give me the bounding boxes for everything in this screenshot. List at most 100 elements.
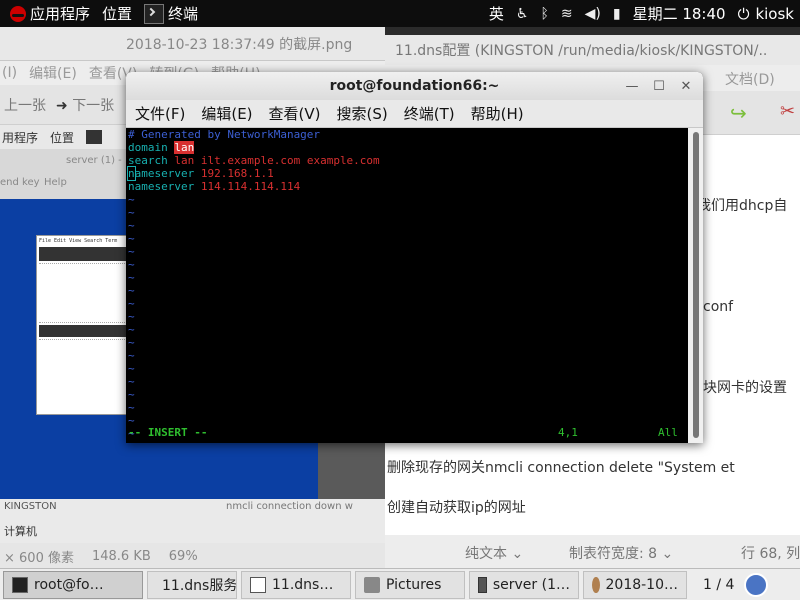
vim-line-comment: # Generated by NetworkManager	[128, 128, 688, 141]
gedit-mode-label: 纯文本	[465, 546, 507, 562]
task-gedit[interactable]: 11.dns…	[241, 570, 351, 599]
nested-bottom-area: KINGSTON nmcli connection down w 计算机	[0, 499, 385, 543]
terminal-icon	[144, 3, 165, 24]
active-app-label: 终端	[168, 5, 199, 23]
search-keyword: search	[128, 154, 168, 167]
places-menu[interactable]: 位置	[96, 0, 138, 27]
viewer-titlebar: 2018-10-23 18:37:49 的截屏.png	[0, 27, 385, 61]
vim-mode-indicator: -- INSERT --	[128, 426, 208, 439]
nameserver-value-2: 114.114.114.114	[200, 180, 301, 193]
domain-value: lan	[174, 141, 195, 154]
image-viewer-icon	[592, 576, 600, 593]
terminal-titlebar[interactable]: root@foundation66:~	[126, 72, 703, 100]
task-terminal-label: root@fo…	[34, 576, 104, 593]
nested-computer: 计算机	[4, 525, 37, 538]
gedit-statusbar: 纯文本 ⌄ 制表符宽度: 8 ⌄ 行 68, 列	[385, 535, 800, 570]
previous-label: 上一张	[4, 97, 46, 114]
volume-icon[interactable]: ◀)	[579, 6, 607, 22]
redo-icon[interactable]: ↪	[730, 101, 747, 125]
vim-tilde: ~	[128, 271, 135, 284]
menu-terminal[interactable]: 终端(T)	[404, 103, 455, 124]
menu-help[interactable]: 帮助(H)	[471, 103, 524, 124]
maximize-button[interactable]: ☐	[650, 77, 668, 95]
top-bar: 应用程序 位置 终端 英 ♿ ᛒ ≋ ◀) ▮ 星期二 18:40 ⏻ kios…	[0, 0, 800, 27]
bluetooth-icon[interactable]: ᛒ	[534, 6, 554, 22]
workspace-pager[interactable]: 1 / 4	[697, 577, 740, 593]
nested-terminal: File Edit View Search Term	[36, 235, 136, 415]
vim-tilde: ~	[128, 349, 135, 362]
vim-tilde: ~	[128, 401, 135, 414]
nested-apps-label: 用程序	[2, 130, 39, 145]
next-label: 下一张	[72, 97, 115, 114]
menu-search[interactable]: 搜索(S)	[337, 103, 388, 124]
previous-button[interactable]: 上一张	[4, 95, 46, 115]
vim-scroll-position: All	[658, 426, 678, 439]
vim-tilde: ~	[128, 219, 135, 232]
scrollbar-thumb[interactable]	[693, 132, 699, 438]
user-label: kiosk	[755, 4, 794, 23]
nested-window-title: server (1) -	[66, 155, 122, 166]
viewer-menu-edit[interactable]: 编辑(E)	[29, 63, 77, 83]
nameserver-keyword-2: nameserver	[128, 180, 195, 193]
redhat-icon	[10, 5, 26, 22]
vim-tilde: ~	[128, 310, 135, 323]
vim-tilde: ~	[128, 284, 135, 297]
applications-menu[interactable]: 应用程序	[0, 0, 96, 27]
wifi-icon[interactable]: ≋	[555, 6, 579, 22]
viewer-statusbar: × 600 像素 148.6 KB 69%	[0, 543, 385, 570]
task-dns-folder-label: 11.dns服务	[162, 577, 237, 594]
task-terminal[interactable]: root@fo…	[3, 570, 143, 599]
task-server[interactable]: server (1…	[469, 570, 579, 599]
task-screenshot-label: 2018-10…	[605, 576, 679, 593]
vim-line-nameserver-2: nameserver 114.114.114.114	[128, 180, 688, 193]
vim-tilde: ~	[128, 193, 135, 206]
vim-empty-lines: ~ ~ ~ ~ ~ ~ ~ ~ ~ ~ ~ ~ ~ ~ ~ ~ ~ ~ ~	[128, 193, 688, 440]
nested-term-menu: File Edit View Search Term	[39, 238, 118, 244]
gedit-menu-doc[interactable]: 文档(D)	[725, 69, 775, 89]
minimize-button[interactable]: —	[623, 77, 641, 95]
input-method-indicator[interactable]: 英	[483, 0, 510, 27]
power-icon: ⏻	[737, 4, 750, 23]
vim-tilde: ~	[128, 206, 135, 219]
viewer-dimensions: × 600 像素	[4, 551, 74, 566]
task-server-label: server (1…	[492, 576, 570, 593]
vim-tilde: ~	[128, 297, 135, 310]
active-app-menu[interactable]: 终端	[138, 0, 204, 27]
close-button[interactable]: ✕	[677, 77, 695, 95]
task-screenshot[interactable]: 2018-10…	[583, 570, 687, 599]
nested-terminal-icon	[86, 130, 103, 144]
terminal-screen[interactable]: # Generated by NetworkManager domain lan…	[126, 128, 688, 443]
vim-line-nameserver-1: nameserver 192.168.1.1	[127, 166, 688, 181]
vim-cursor-position: 4,1	[558, 426, 578, 439]
nested-nmcli: nmcli connection down w	[226, 501, 353, 512]
vim-tilde: ~	[128, 258, 135, 271]
terminal-title: root@foundation66:~	[329, 78, 500, 94]
task-pictures[interactable]: Pictures	[355, 570, 465, 599]
clock-label: 星期二 18:40	[632, 5, 726, 23]
task-dns-folder[interactable]: 11.dns服务	[147, 570, 237, 599]
gedit-line-1: 我们用dhcp自	[697, 198, 788, 214]
battery-icon[interactable]: ▮	[607, 6, 627, 22]
workspace-icon[interactable]	[744, 572, 769, 597]
task-gedit-label: 11.dns…	[272, 576, 334, 593]
domain-keyword: domain	[128, 141, 168, 154]
viewer-menu-file[interactable]: (I)	[2, 65, 17, 81]
input-method-label: 英	[488, 5, 504, 23]
nameserver-keyword-1: ameserver	[134, 167, 195, 180]
gedit-tab-width[interactable]: 制表符宽度: 8 ⌄	[569, 543, 673, 563]
cut-icon[interactable]: ✂	[780, 101, 795, 122]
folder-icon	[364, 576, 380, 593]
gedit-mode[interactable]: 纯文本 ⌄	[465, 543, 523, 563]
nested-send-key: end key	[0, 177, 40, 188]
menu-edit[interactable]: 编辑(E)	[201, 103, 252, 124]
next-button[interactable]: ➜ 下一张	[56, 95, 114, 115]
nested-kingston: KINGSTON	[4, 501, 57, 512]
user-menu[interactable]: ⏻ kiosk	[732, 0, 800, 27]
vim-tilde: ~	[128, 323, 135, 336]
menu-view[interactable]: 查看(V)	[269, 103, 321, 124]
places-label: 位置	[102, 5, 133, 23]
menu-file[interactable]: 文件(F)	[135, 103, 185, 124]
clock[interactable]: 星期二 18:40	[627, 0, 732, 27]
terminal-scrollbar[interactable]	[688, 128, 703, 443]
accessibility-icon[interactable]: ♿	[510, 6, 535, 22]
